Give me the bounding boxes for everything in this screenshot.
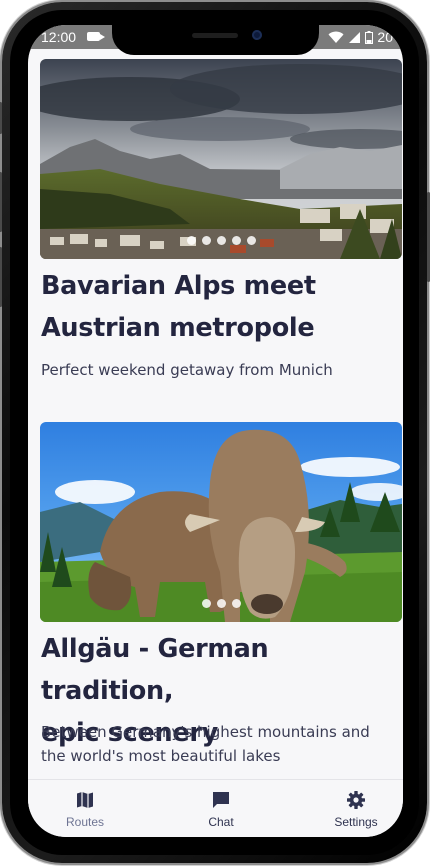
front-camera — [252, 30, 262, 40]
carousel-dot[interactable] — [246, 236, 256, 245]
tab-label: Routes — [65, 815, 105, 829]
tab-label: Chat — [208, 815, 234, 829]
power-button — [427, 192, 430, 282]
carousel-dot[interactable] — [201, 236, 211, 245]
carousel-dot[interactable] — [201, 599, 211, 608]
tab-chat[interactable]: Chat — [176, 790, 266, 829]
battery-icon — [365, 30, 374, 44]
status-time: 12:00 — [41, 29, 77, 45]
video-icon — [87, 32, 105, 41]
wifi-icon — [328, 31, 344, 43]
tab-routes[interactable]: Routes — [40, 790, 130, 829]
carousel-dot[interactable] — [231, 236, 241, 245]
chat-icon — [213, 792, 229, 808]
carousel-indicator[interactable] — [40, 599, 402, 608]
battery-level: 20 — [377, 29, 393, 45]
route-subtitle: Perfect weekend getaway from Munich — [41, 361, 333, 379]
bottom-tab-bar: Routes Chat Settings — [28, 779, 403, 837]
volume-up-button — [0, 172, 2, 232]
mute-switch — [0, 102, 2, 134]
tab-label: Settings — [334, 815, 378, 829]
carousel-dot[interactable] — [186, 236, 196, 245]
status-icons: 20 — [328, 29, 393, 45]
route-card-allgaeu[interactable]: Allgäu - German tradition, epic scenery … — [40, 422, 402, 780]
route-list: Bavarian Alps meet Austrian metropole Pe… — [28, 49, 403, 780]
alpine-town-photo — [40, 59, 402, 259]
app-screen: 12:00 20 Bavarian Alps meet Austrian met… — [28, 25, 403, 837]
carousel-dot[interactable] — [231, 599, 241, 608]
volume-down-button — [0, 247, 2, 307]
cows-meadow-photo — [40, 422, 402, 622]
speaker-grille — [192, 33, 238, 38]
carousel-indicator[interactable] — [40, 236, 402, 245]
gear-icon — [347, 791, 365, 809]
route-image-carousel[interactable] — [40, 422, 402, 622]
notch — [112, 25, 319, 55]
carousel-dot[interactable] — [216, 599, 226, 608]
route-image-carousel[interactable] — [40, 59, 402, 259]
route-card-bavarian-alps[interactable]: Bavarian Alps meet Austrian metropole Pe… — [40, 59, 402, 389]
carousel-dot[interactable] — [216, 236, 226, 245]
signal-icon — [349, 31, 361, 43]
map-icon — [77, 792, 93, 808]
tab-settings[interactable]: Settings — [311, 790, 401, 829]
route-title: Bavarian Alps meet Austrian metropole — [41, 271, 316, 343]
route-subtitle: Between Germany's highest mountains and … — [41, 723, 370, 765]
